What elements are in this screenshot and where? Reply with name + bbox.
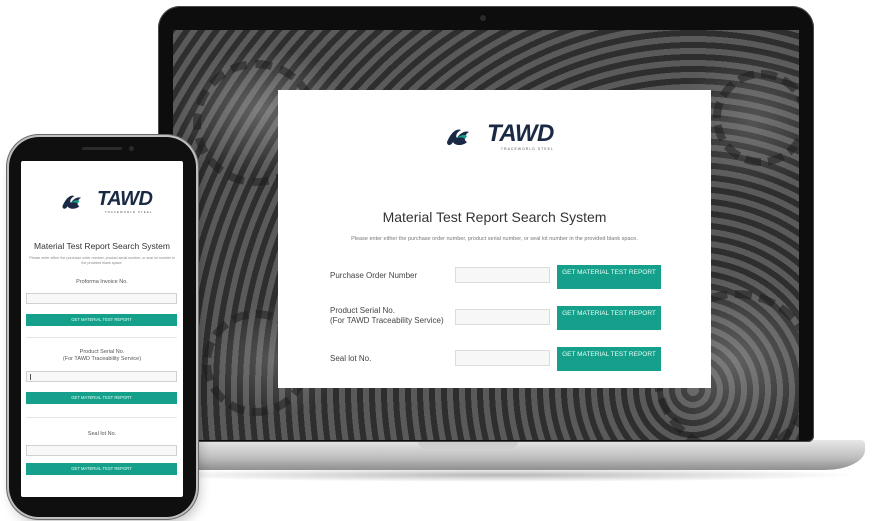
page-title-mobile: Material Test Report Search System <box>34 241 170 251</box>
laptop-hinge-notch <box>418 441 518 449</box>
laptop-display-frame: TAWD TRACEWORLD STEEL Material Test Repo… <box>158 6 814 442</box>
page-instructions-mobile: Please enter either the purchase order n… <box>29 256 175 265</box>
section-divider <box>26 417 177 418</box>
product-serial-label-line2: (For TAWD Traceability Service) <box>330 316 444 325</box>
product-serial-label-line1: Product Serial No. <box>330 306 395 315</box>
page-instructions: Please enter either the purchase order n… <box>351 236 638 242</box>
phone-screen: TAWD TRACEWORLD STEEL Material Test Repo… <box>21 161 183 497</box>
seal-lot-input[interactable] <box>455 350 550 366</box>
get-report-button-product-serial-mobile[interactable]: GET MATERIAL TEST REPORT <box>26 392 177 404</box>
get-report-button-purchase-order[interactable]: GET MATERIAL TEST REPORT <box>557 265 661 289</box>
seal-lot-label-mobile: Seal lot No. <box>87 431 117 437</box>
product-serial-input-mobile[interactable] <box>26 371 177 382</box>
product-serial-label-mobile: Product Serial No. (For TAWD Traceabilit… <box>21 349 183 363</box>
product-serial-label: Product Serial No. (For TAWD Traceabilit… <box>330 306 444 326</box>
get-report-button-proforma[interactable]: GET MATERIAL TEST REPORT <box>26 314 177 326</box>
brand-logo-mobile: TAWD TRACEWORLD STEEL <box>59 188 153 214</box>
phone-frame: TAWD TRACEWORLD STEEL Material Test Repo… <box>9 137 196 517</box>
text-cursor <box>30 374 31 380</box>
laptop-shadow <box>140 468 860 482</box>
webcam-icon <box>480 15 486 21</box>
proforma-invoice-input[interactable] <box>26 293 177 304</box>
search-card: TAWD TRACEWORLD STEEL Material Test Repo… <box>278 90 711 388</box>
get-report-button-seal-lot[interactable]: GET MATERIAL TEST REPORT <box>557 347 661 371</box>
product-serial-label-line2: (For TAWD Traceability Service) <box>62 356 142 362</box>
get-report-button-seal-lot-mobile[interactable]: GET MATERIAL TEST REPORT <box>26 463 177 475</box>
get-report-button-product-serial[interactable]: GET MATERIAL TEST REPORT <box>557 306 661 330</box>
brand-logo: TAWD TRACEWORLD STEEL <box>443 122 554 151</box>
product-serial-input[interactable] <box>455 309 550 325</box>
purchase-order-input[interactable] <box>455 267 550 283</box>
brand-tagline: TRACEWORLD STEEL <box>104 210 153 214</box>
page-title: Material Test Report Search System <box>382 209 607 225</box>
seal-lot-label: Seal lot No. <box>330 354 372 363</box>
laptop-screen: TAWD TRACEWORLD STEEL Material Test Repo… <box>173 30 799 440</box>
gear-background-image <box>713 70 799 166</box>
section-divider <box>26 337 177 338</box>
brand-name: TAWD <box>487 120 554 147</box>
tawd-logo-icon <box>447 129 469 145</box>
product-serial-label-line1: Product Serial No. <box>79 349 125 355</box>
proforma-invoice-label: Proforma Invoice No. <box>76 279 128 285</box>
brand-tagline: TRACEWORLD STEEL <box>500 147 554 151</box>
brand-name: TAWD <box>97 188 153 210</box>
tawd-logo-icon <box>62 195 82 209</box>
seal-lot-input-mobile[interactable] <box>26 445 177 456</box>
phone-speaker <box>82 147 122 150</box>
purchase-order-label: Purchase Order Number <box>330 271 418 280</box>
phone-camera-icon <box>129 146 134 151</box>
